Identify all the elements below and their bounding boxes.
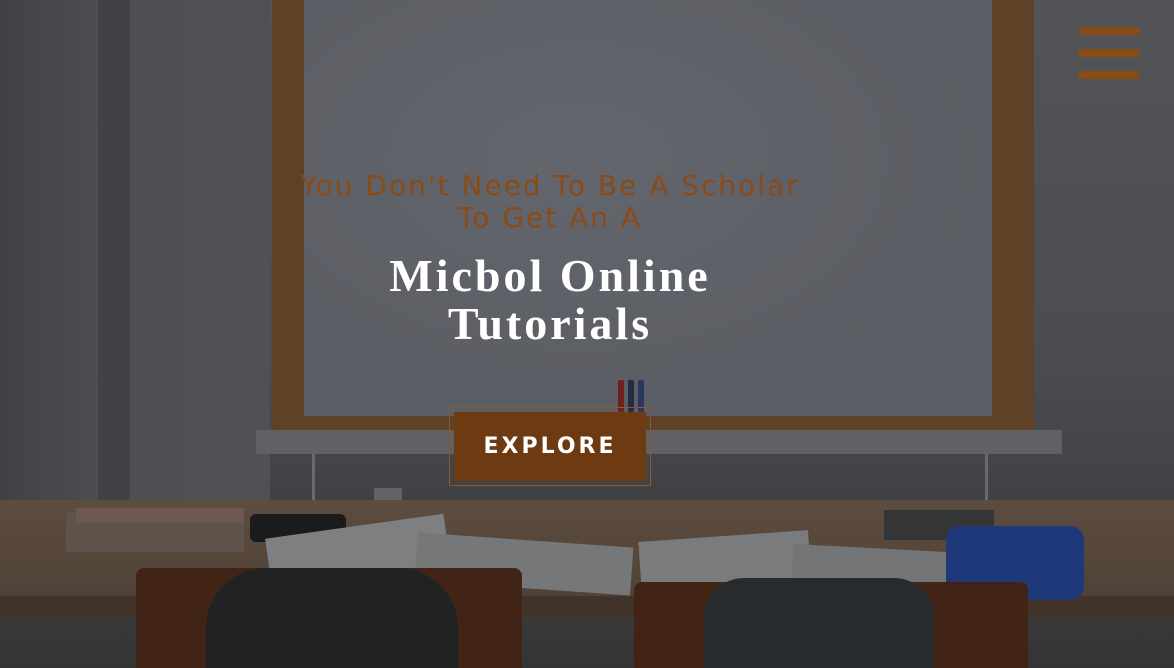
hero-section: You Don't Need To Be A Scholar To Get An…: [0, 0, 1174, 668]
menu-bar-bottom: [1078, 71, 1140, 79]
hamburger-menu-icon[interactable]: [1074, 24, 1142, 84]
site-title: Micbol Online Tutorials: [389, 250, 711, 349]
background-photo: [0, 0, 1174, 668]
explore-button[interactable]: EXPLORE: [449, 407, 651, 486]
menu-bar-middle: [1078, 49, 1140, 57]
explore-button-label: EXPLORE: [454, 412, 646, 481]
hero-tagline: You Don't Need To Be A Scholar To Get An…: [300, 169, 800, 234]
menu-bar-top: [1078, 27, 1140, 35]
